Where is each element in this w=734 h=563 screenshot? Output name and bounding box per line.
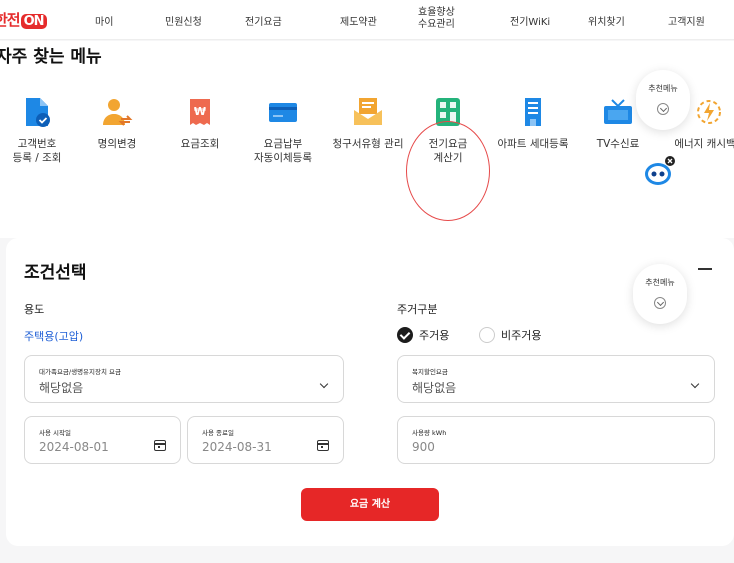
field-value: 2024-08-01 xyxy=(39,440,109,454)
field-value: 해당없음 xyxy=(39,381,84,395)
kepco-on-logo[interactable]: 한전ON xyxy=(0,9,47,30)
usage-label: 용도 xyxy=(24,303,45,316)
recommend-menu-bubble-2[interactable]: 추천메뉴 xyxy=(633,264,687,324)
logo-on-badge: ON xyxy=(20,14,47,29)
nav-customer-support[interactable]: 고객지원 xyxy=(668,13,705,28)
field-label: 복지할인요금 xyxy=(412,368,448,376)
menu-customer-number[interactable]: 고객번호 등록 / 조회 xyxy=(0,92,82,165)
field-label: 사용 시작일 xyxy=(39,429,71,437)
start-date-field[interactable]: 사용 시작일 2024-08-01 xyxy=(24,416,181,464)
field-value: 해당없음 xyxy=(412,381,457,395)
nav-efficiency-line1: 효율향상 xyxy=(418,7,455,18)
tv-icon xyxy=(598,92,638,132)
recommend-label: 추천메뉴 xyxy=(648,84,678,93)
menu-auto-payment[interactable]: 요금납부 자동이체등록 xyxy=(238,92,328,165)
calendar-icon[interactable] xyxy=(154,440,166,451)
nav-my[interactable]: 마이 xyxy=(95,13,113,28)
menu-label: 명의변경 xyxy=(97,138,137,150)
chevron-down-icon xyxy=(690,379,700,389)
calculate-bill-button[interactable]: 요금 계산 xyxy=(301,488,439,521)
logo-text: 한전 xyxy=(0,11,21,29)
nav-civil-petition[interactable]: 민원신청 xyxy=(165,13,202,28)
nav-terms[interactable]: 제도약관 xyxy=(340,13,377,28)
nav-efficiency-line2: 수요관리 xyxy=(418,19,455,30)
usage-value-link[interactable]: 주택용(고압) xyxy=(24,328,83,344)
menu-label: TV수신료 xyxy=(596,138,640,150)
recommend-menu-bubble[interactable]: 추천메뉴 xyxy=(636,70,690,130)
conditions-title: 조건선택 xyxy=(24,263,87,283)
unchecked-radio-icon xyxy=(479,327,495,343)
document-check-icon xyxy=(17,92,57,132)
nav-electric-bill[interactable]: 전기요금 xyxy=(245,13,282,28)
menu-label: 에너지 캐시백 xyxy=(674,138,734,150)
menu-bill-type[interactable]: 청구서유형 관리 xyxy=(323,92,413,151)
end-date-field[interactable]: 사용 종료일 2024-08-31 xyxy=(187,416,344,464)
top-navigation: 한전ON 마이 민원신청 전기요금 제도약관 효율향상수요관리 전기WiKi 위… xyxy=(0,0,734,40)
field-label: 사용 종료일 xyxy=(202,429,234,437)
field-label: 대가족요금/생명유지장치 요금 xyxy=(39,368,121,376)
kwh-placeholder: 900 xyxy=(412,440,435,454)
nav-location[interactable]: 위치찾기 xyxy=(588,13,625,28)
chevron-down-icon xyxy=(657,103,669,115)
won-receipt-icon: ₩ xyxy=(180,92,220,132)
page-bottom xyxy=(0,548,734,563)
chevron-down-icon xyxy=(319,379,329,389)
frequent-menu-title: 자주 찾는 메뉴 xyxy=(0,47,102,67)
apartment-icon xyxy=(513,92,553,132)
field-value: 2024-08-31 xyxy=(202,440,272,454)
nav-efficiency[interactable]: 효율향상 수요관리 xyxy=(418,7,455,31)
menu-name-change[interactable]: 명의변경 xyxy=(72,92,162,151)
welfare-discount-select[interactable]: 복지할인요금 해당없음 xyxy=(397,355,715,403)
radio-non-residential[interactable]: 비주거용 xyxy=(479,327,541,343)
svg-text:₩: ₩ xyxy=(194,105,206,118)
field-label: 사용량 kWh xyxy=(412,429,447,437)
residence-label: 주거구분 xyxy=(397,303,438,316)
radio-label: 비주거용 xyxy=(501,329,542,342)
menu-label: 청구서유형 관리 xyxy=(332,138,404,150)
chatbot-mascot-icon[interactable] xyxy=(642,155,675,185)
kwh-input[interactable]: 사용량 kWh 900 xyxy=(397,416,715,464)
menu-label: 고객번호 등록 / 조회 xyxy=(12,138,62,164)
radio-residential[interactable]: 주거용 xyxy=(397,327,449,343)
chevron-down-icon xyxy=(654,297,666,309)
nav-wiki[interactable]: 전기WiKi xyxy=(510,13,550,28)
menu-label: 아파트 세대등록 xyxy=(497,138,569,150)
menu-bill-inquiry[interactable]: ₩ 요금조회 xyxy=(155,92,245,151)
collapse-icon[interactable] xyxy=(698,268,712,270)
menu-label: 요금조회 xyxy=(180,138,220,150)
calendar-icon[interactable] xyxy=(317,440,329,451)
envelope-icon xyxy=(348,92,388,132)
checked-radio-icon xyxy=(397,327,413,343)
energy-cashback-icon xyxy=(685,92,725,132)
large-family-select[interactable]: 대가족요금/생명유지장치 요금 해당없음 xyxy=(24,355,344,403)
radio-label: 주거용 xyxy=(419,329,450,342)
menu-label: 요금납부 자동이체등록 xyxy=(254,138,312,164)
person-transfer-icon xyxy=(97,92,137,132)
recommend-label: 추천메뉴 xyxy=(645,278,675,287)
credit-card-icon xyxy=(263,92,303,132)
calculator-highlight-circle xyxy=(406,121,490,221)
menu-apartment-registration[interactable]: 아파트 세대등록 xyxy=(488,92,578,151)
